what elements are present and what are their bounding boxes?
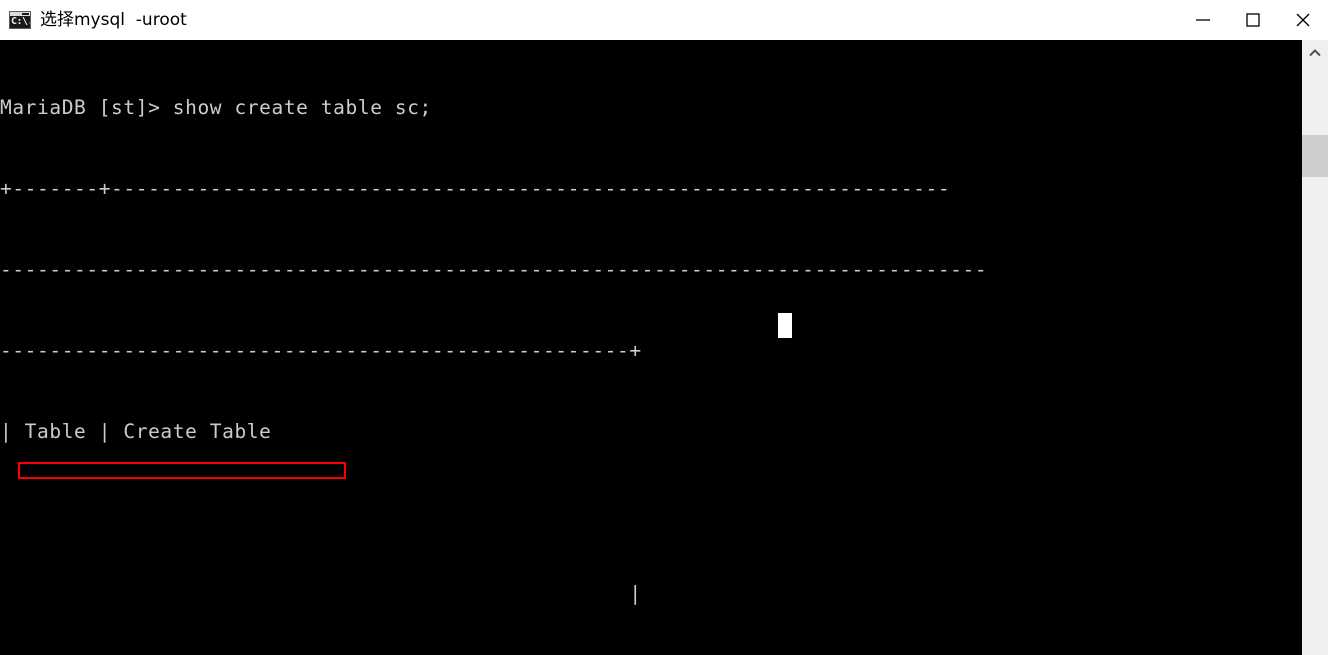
maximize-icon — [1246, 13, 1260, 27]
titlebar[interactable]: C:\. 选择mysql -uroot — [0, 0, 1328, 40]
maximize-button[interactable] — [1228, 0, 1278, 40]
scroll-up-button[interactable] — [1302, 40, 1328, 66]
terminal-line: MariaDB [st]> show create table sc; — [0, 96, 432, 119]
text-cursor — [778, 313, 792, 338]
terminal-text: MariaDB [st]> show create table sc; +---… — [0, 40, 1328, 655]
console-icon-glyph: C:\. — [11, 15, 31, 27]
minimize-icon — [1196, 19, 1210, 21]
scrollbar-thumb[interactable] — [1302, 135, 1328, 177]
terminal-line: | Table | Create Table — [0, 420, 272, 443]
close-button[interactable] — [1278, 0, 1328, 40]
minimize-button[interactable] — [1178, 0, 1228, 40]
terminal-line: ----------------------------------------… — [0, 339, 642, 362]
window-controls — [1178, 0, 1328, 40]
chevron-up-icon — [1309, 49, 1321, 57]
window-title: 选择mysql -uroot — [40, 9, 187, 30]
console-window: C:\. 选择mysql -uroot MariaDB [st]> show c… — [0, 0, 1328, 655]
close-icon — [1296, 13, 1310, 27]
terminal-line: ----------------------------------------… — [0, 258, 988, 281]
vertical-scrollbar[interactable] — [1302, 40, 1328, 655]
terminal-line: +-------+-------------------------------… — [0, 177, 951, 200]
terminal-line: | — [0, 582, 642, 605]
terminal-output-area[interactable]: MariaDB [st]> show create table sc; +---… — [0, 40, 1328, 655]
console-icon: C:\. — [9, 10, 31, 29]
red-highlight-rectangle — [18, 462, 346, 479]
